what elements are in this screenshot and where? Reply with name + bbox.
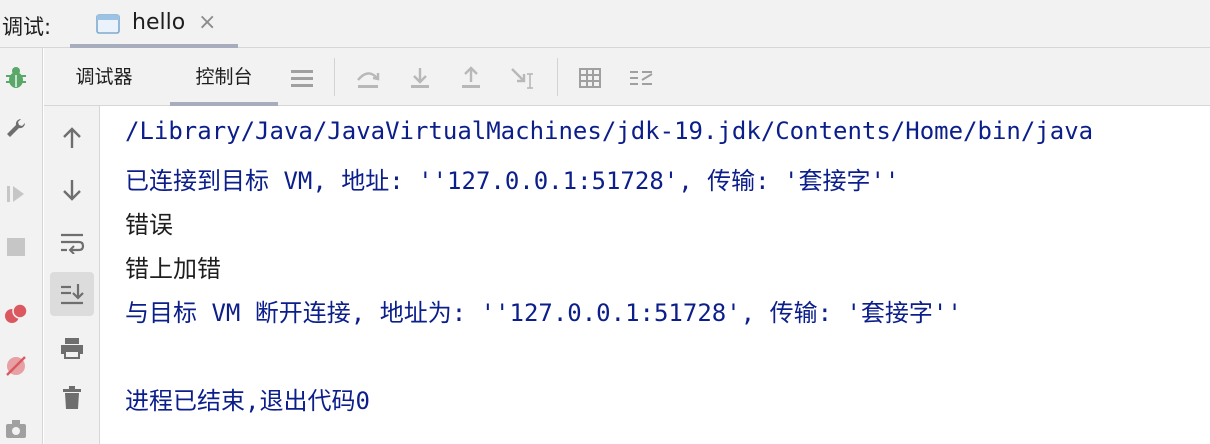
trash-icon[interactable] [50, 376, 94, 420]
debug-toolbar: 调试器 控制台 [44, 48, 1210, 106]
up-arrow-icon[interactable] [50, 116, 94, 160]
scroll-to-end-icon[interactable] [50, 272, 94, 316]
tab-hello[interactable]: hello × [70, 0, 238, 48]
soft-wrap-icon[interactable] [50, 220, 94, 264]
close-icon[interactable]: × [198, 12, 216, 34]
wrench-icon[interactable] [2, 114, 30, 142]
console-output[interactable]: /Library/Java/JavaVirtualMachines/jdk-19… [101, 106, 1210, 444]
left-tool-strip [0, 48, 43, 444]
tool-window-title: 调试: [2, 15, 52, 39]
tab-title: hello [132, 10, 186, 35]
toolbar-separator [557, 58, 558, 96]
console-line: 进程已结束,退出代码0 [125, 387, 370, 415]
run-to-cursor-icon[interactable] [508, 64, 536, 92]
bug-icon[interactable] [2, 64, 30, 92]
console-line: 已连接到目标 VM, 地址: ''127.0.0.1:51728', 传输: '… [125, 167, 900, 195]
breakpoints-icon[interactable] [2, 300, 30, 328]
settings-list-icon[interactable] [627, 64, 655, 92]
tab-debugger[interactable]: 调试器 [54, 48, 154, 106]
tab-console[interactable]: 控制台 [170, 48, 278, 106]
print-icon[interactable] [50, 326, 94, 370]
step-into-icon[interactable] [406, 64, 434, 92]
window-icon [96, 13, 120, 39]
down-arrow-icon[interactable] [50, 168, 94, 212]
camera-icon[interactable] [2, 414, 30, 442]
console-line: /Library/Java/JavaVirtualMachines/jdk-19… [125, 117, 1094, 145]
console-side-actions [44, 106, 100, 444]
mute-breakpoints-icon[interactable] [2, 352, 30, 380]
resume-icon[interactable] [2, 180, 30, 208]
console-line: 与目标 VM 断开连接, 地址为: ''127.0.0.1:51728', 传输… [125, 299, 962, 327]
toolbar-separator [334, 58, 335, 96]
step-out-icon[interactable] [457, 64, 485, 92]
console-line: 错误 [125, 211, 173, 239]
step-over-icon[interactable] [354, 64, 382, 92]
debug-tool-window-header: 调试: hello × [0, 0, 1210, 48]
console-line: 错上加错 [125, 255, 221, 283]
evaluate-table-icon[interactable] [576, 64, 604, 92]
menu-icon[interactable] [288, 64, 316, 92]
stop-icon[interactable] [2, 233, 30, 261]
